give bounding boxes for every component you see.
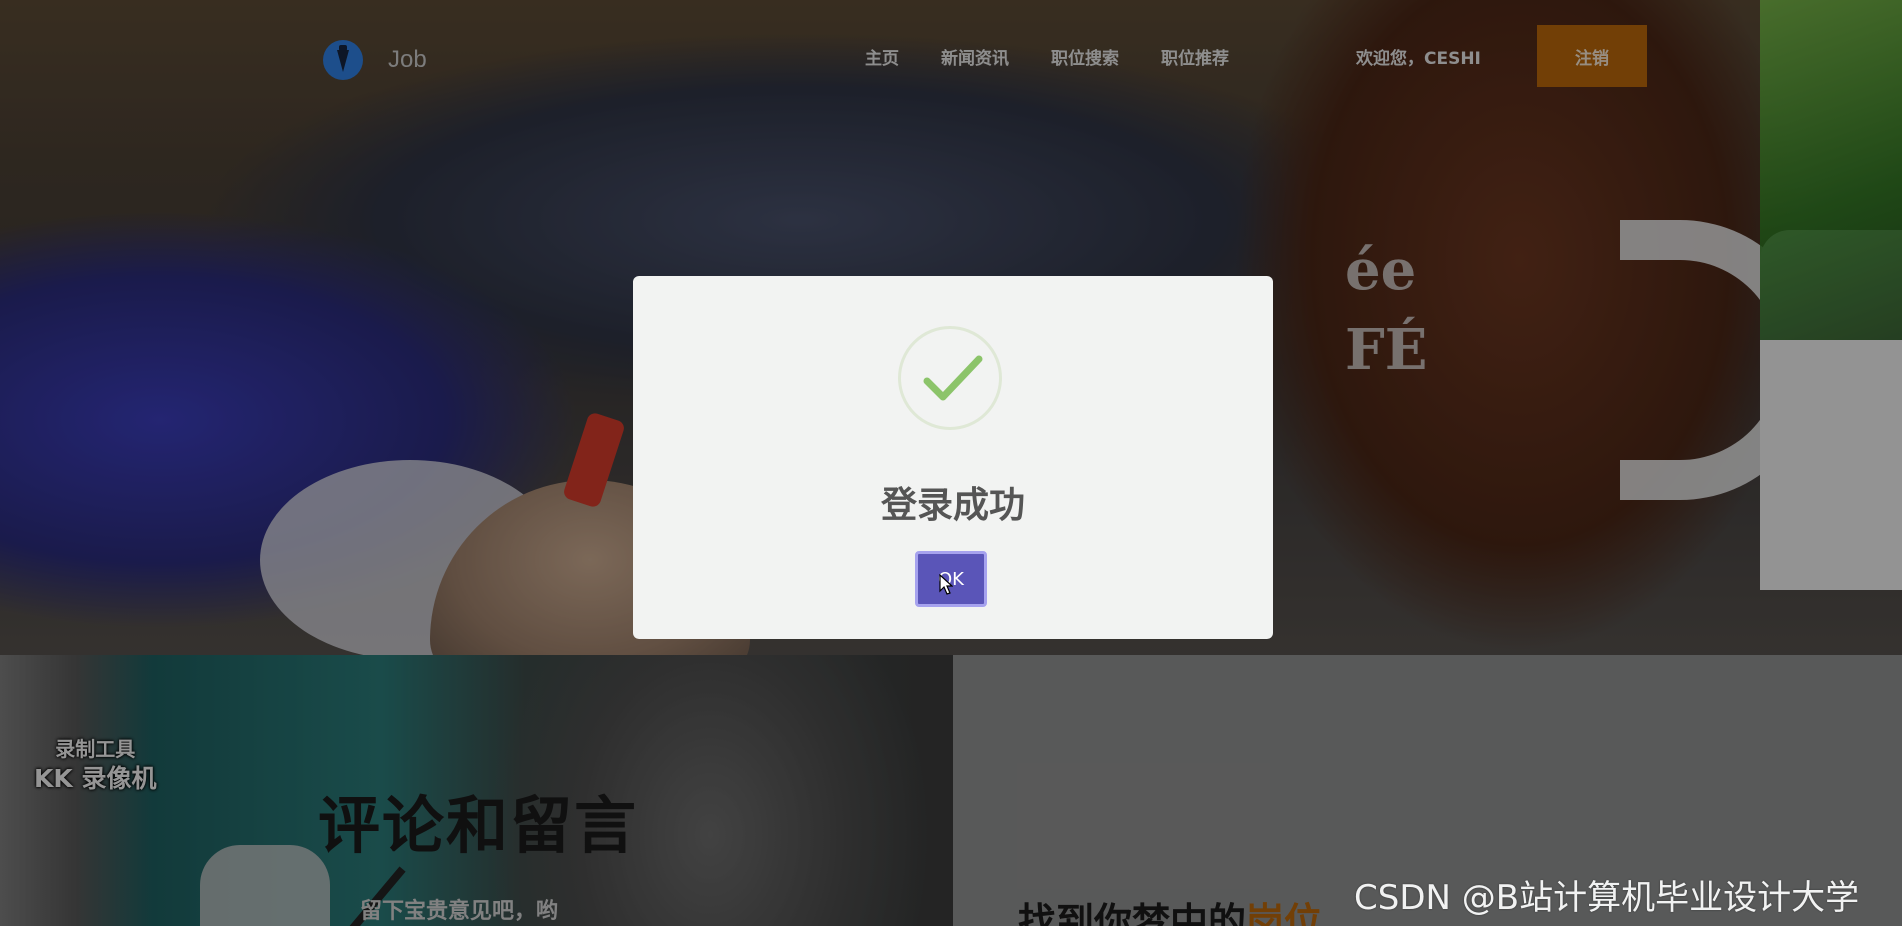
mouse-cursor-icon <box>939 574 953 595</box>
check-mark-graphic <box>923 355 983 401</box>
login-success-dialog: 登录成功 OK <box>633 276 1273 639</box>
page: ée FÉ Job 主页 新闻资讯 职位搜索 职位推荐 欢迎您，CESHI 注销… <box>0 0 1902 926</box>
check-icon <box>898 326 1002 430</box>
dialog-title: 登录成功 <box>880 485 1025 526</box>
site-watermark: CSDN @B站计算机毕业设计大学 <box>1354 878 1860 918</box>
